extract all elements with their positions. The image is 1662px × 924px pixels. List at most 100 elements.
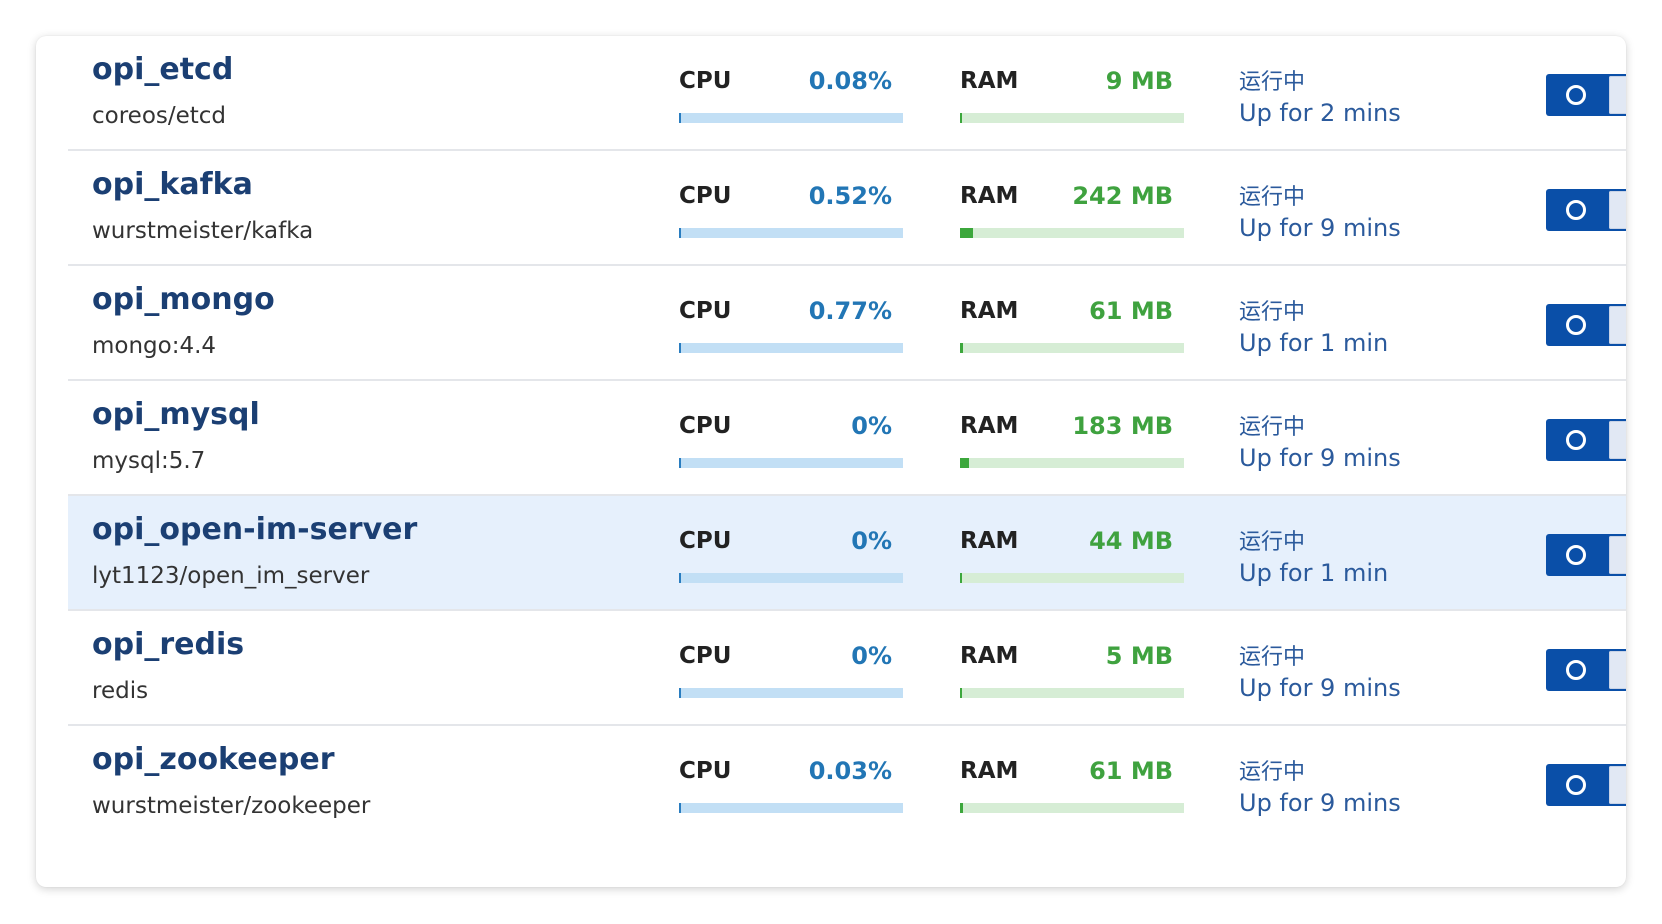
- cpu-usage-bar: [679, 688, 903, 698]
- power-toggle[interactable]: [1546, 649, 1626, 691]
- toggle-thumb: [1609, 651, 1626, 689]
- cpu-usage-value: 0%: [851, 527, 892, 555]
- ram-usage-bar-fill: [960, 803, 963, 813]
- cpu-usage-value: 0.77%: [808, 297, 892, 325]
- ram-usage-value: 242 MB: [1072, 182, 1173, 210]
- power-toggle[interactable]: [1546, 74, 1626, 116]
- ram-usage-bar-fill: [960, 228, 974, 238]
- ram-usage-bar: [960, 343, 1184, 353]
- container-list-panel: opi_etcd coreos/etcd CPU 0.08% RAM 9 MB …: [36, 36, 1626, 887]
- container-image: wurstmeister/kafka: [92, 218, 314, 244]
- toggle-thumb: [1609, 191, 1626, 229]
- cpu-usage-bar-fill: [679, 573, 681, 583]
- container-name[interactable]: opi_mysql: [92, 397, 260, 432]
- ram-usage-bar: [960, 228, 1184, 238]
- uptime-text: Up for 2 mins: [1239, 99, 1401, 127]
- container-name[interactable]: opi_zookeeper: [92, 742, 335, 777]
- cpu-label: CPU: [679, 68, 732, 94]
- container-row[interactable]: opi_open-im-server lyt1123/open_im_serve…: [68, 496, 1626, 611]
- container-image: redis: [92, 678, 149, 704]
- cpu-usage-bar: [679, 573, 903, 583]
- status-text: 运行中: [1239, 300, 1306, 325]
- toggle-thumb: [1609, 306, 1626, 344]
- uptime-text: Up for 9 mins: [1239, 214, 1401, 242]
- toggle-thumb: [1609, 766, 1626, 804]
- uptime-text: Up for 9 mins: [1239, 674, 1401, 702]
- ram-label: RAM: [960, 413, 1019, 439]
- ram-usage-bar: [960, 458, 1184, 468]
- cpu-label: CPU: [679, 643, 732, 669]
- container-name[interactable]: opi_mongo: [92, 282, 275, 317]
- container-image: mysql:5.7: [92, 448, 206, 474]
- cpu-label: CPU: [679, 298, 732, 324]
- ram-label: RAM: [960, 758, 1019, 784]
- cpu-usage-bar-fill: [679, 458, 681, 468]
- container-row[interactable]: opi_mongo mongo:4.4 CPU 0.77% RAM 61 MB …: [68, 266, 1626, 381]
- ram-usage-value: 9 MB: [1105, 67, 1173, 95]
- power-on-indicator-icon: [1566, 430, 1586, 450]
- ram-label: RAM: [960, 183, 1019, 209]
- cpu-label: CPU: [679, 183, 732, 209]
- container-image: coreos/etcd: [92, 103, 227, 129]
- power-toggle[interactable]: [1546, 534, 1626, 576]
- toggle-thumb: [1609, 536, 1626, 574]
- ram-label: RAM: [960, 643, 1019, 669]
- container-name[interactable]: opi_etcd: [92, 52, 233, 87]
- container-row[interactable]: opi_zookeeper wurstmeister/zookeeper CPU…: [68, 726, 1626, 843]
- power-on-indicator-icon: [1566, 315, 1586, 335]
- container-row[interactable]: opi_kafka wurstmeister/kafka CPU 0.52% R…: [68, 151, 1626, 266]
- power-on-indicator-icon: [1566, 200, 1586, 220]
- cpu-usage-value: 0.08%: [808, 67, 892, 95]
- ram-usage-bar-fill: [960, 573, 962, 583]
- power-toggle[interactable]: [1546, 189, 1626, 231]
- ram-usage-value: 61 MB: [1089, 757, 1173, 785]
- cpu-usage-bar-fill: [679, 343, 681, 353]
- container-row[interactable]: opi_etcd coreos/etcd CPU 0.08% RAM 9 MB …: [68, 36, 1626, 151]
- status-text: 运行中: [1239, 645, 1306, 670]
- ram-label: RAM: [960, 528, 1019, 554]
- cpu-label: CPU: [679, 528, 732, 554]
- container-image: wurstmeister/zookeeper: [92, 793, 371, 819]
- container-name[interactable]: opi_redis: [92, 627, 244, 662]
- ram-usage-value: 61 MB: [1089, 297, 1173, 325]
- ram-usage-bar-fill: [960, 458, 969, 468]
- cpu-usage-bar-fill: [679, 228, 681, 238]
- container-name[interactable]: opi_kafka: [92, 167, 253, 202]
- power-on-indicator-icon: [1566, 660, 1586, 680]
- cpu-usage-value: 0%: [851, 642, 892, 670]
- cpu-usage-value: 0.52%: [808, 182, 892, 210]
- ram-usage-bar: [960, 688, 1184, 698]
- cpu-label: CPU: [679, 413, 732, 439]
- cpu-usage-bar: [679, 458, 903, 468]
- power-toggle[interactable]: [1546, 304, 1626, 346]
- ram-usage-bar: [960, 803, 1184, 813]
- power-on-indicator-icon: [1566, 545, 1586, 565]
- ram-usage-value: 5 MB: [1105, 642, 1173, 670]
- cpu-usage-bar: [679, 113, 903, 123]
- ram-usage-value: 44 MB: [1089, 527, 1173, 555]
- status-text: 运行中: [1239, 415, 1306, 440]
- power-toggle[interactable]: [1546, 764, 1626, 806]
- cpu-label: CPU: [679, 758, 732, 784]
- ram-usage-value: 183 MB: [1072, 412, 1173, 440]
- container-row[interactable]: opi_redis redis CPU 0% RAM 5 MB 运行中 Up f…: [68, 611, 1626, 726]
- ram-usage-bar: [960, 113, 1184, 123]
- ram-usage-bar: [960, 573, 1184, 583]
- uptime-text: Up for 9 mins: [1239, 444, 1401, 472]
- status-text: 运行中: [1239, 70, 1306, 95]
- power-on-indicator-icon: [1566, 775, 1586, 795]
- uptime-text: Up for 1 min: [1239, 559, 1389, 587]
- cpu-usage-bar-fill: [679, 803, 681, 813]
- status-text: 运行中: [1239, 760, 1306, 785]
- container-name[interactable]: opi_open-im-server: [92, 512, 417, 547]
- cpu-usage-bar-fill: [679, 113, 681, 123]
- status-text: 运行中: [1239, 185, 1306, 210]
- ram-usage-bar-fill: [960, 113, 962, 123]
- cpu-usage-bar: [679, 343, 903, 353]
- power-toggle[interactable]: [1546, 419, 1626, 461]
- cpu-usage-bar-fill: [679, 688, 681, 698]
- toggle-thumb: [1609, 421, 1626, 459]
- uptime-text: Up for 9 mins: [1239, 789, 1401, 817]
- container-row[interactable]: opi_mysql mysql:5.7 CPU 0% RAM 183 MB 运行…: [68, 381, 1626, 496]
- uptime-text: Up for 1 min: [1239, 329, 1389, 357]
